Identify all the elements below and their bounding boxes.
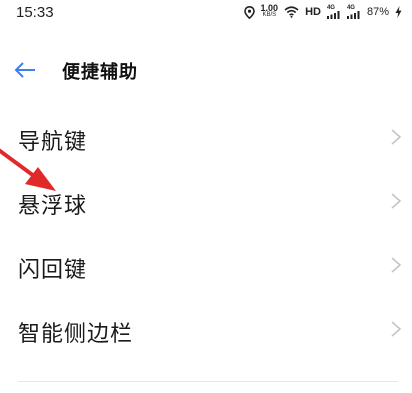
list-item-label: 智能侧边栏: [18, 322, 134, 347]
status-bar: 15:33 1.00 KB/S HD 4G 4G 87%: [0, 0, 412, 28]
list-item-label: 导航键: [18, 130, 88, 155]
chevron-right-icon: [391, 257, 402, 273]
list-item-floating-ball[interactable]: 悬浮球: [0, 170, 412, 234]
arrow-left-icon: [14, 62, 35, 78]
sim1-signal: 4G: [326, 5, 341, 19]
status-time: 15:33: [16, 4, 54, 21]
back-button[interactable]: [10, 56, 40, 84]
chevron-right-icon: [391, 193, 402, 209]
list-divider: [18, 381, 398, 382]
page-header: 便捷辅助: [0, 48, 412, 92]
hd-label: HD: [305, 6, 321, 18]
chevron-right-icon: [391, 129, 402, 145]
wifi-icon: [284, 6, 299, 18]
page-title: 便捷辅助: [62, 62, 138, 83]
list-item-smart-sidebar[interactable]: 智能侧边栏: [0, 298, 412, 362]
list-item-flashback-key[interactable]: 闪回键: [0, 234, 412, 298]
battery-percent: 87%: [366, 6, 389, 18]
list-item-label: 悬浮球: [18, 194, 88, 219]
list-item-label: 闪回键: [18, 258, 88, 283]
location-icon: [243, 5, 255, 19]
screen: 15:33 1.00 KB/S HD 4G 4G 87% 便捷辅助 导航键 悬浮…: [0, 0, 412, 393]
signal-icon: [326, 11, 340, 19]
chevron-right-icon: [391, 321, 402, 337]
sim2-signal: 4G: [346, 5, 361, 19]
settings-list: 导航键 悬浮球 闪回键 智能侧边栏: [0, 106, 412, 362]
status-icons: 1.00 KB/S HD 4G 4G 87%: [243, 3, 402, 19]
signal-icon: [346, 11, 360, 19]
charging-icon: [395, 6, 402, 18]
network-speed: 1.00 KB/S: [260, 3, 279, 19]
list-item-navigation-keys[interactable]: 导航键: [0, 106, 412, 170]
